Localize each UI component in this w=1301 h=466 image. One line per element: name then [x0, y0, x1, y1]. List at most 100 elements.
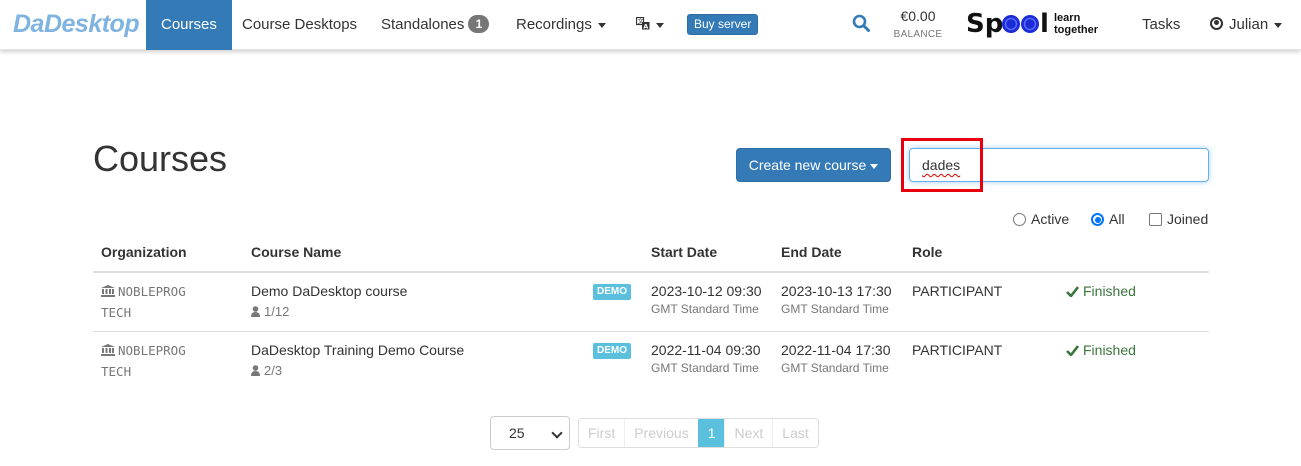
participant-count: 2/3 [251, 362, 464, 379]
pagination-previous[interactable]: Previous [624, 419, 698, 447]
end-timezone: GMT Standard Time [781, 302, 889, 316]
spool-wordmark: Sp l [966, 9, 1049, 39]
nav-standalones-label: Standalones [381, 16, 465, 33]
demo-badge: DEMO [593, 343, 631, 359]
user-icon [251, 306, 260, 317]
course-name-link[interactable]: DaDesktop Training Demo Course [251, 342, 464, 359]
checkmark-icon [1066, 286, 1079, 297]
status-label: Finished [1083, 342, 1136, 358]
course-name-link[interactable]: Demo DaDesktop course [251, 283, 407, 300]
participant-count-value: 2/3 [264, 363, 283, 378]
role-cell: PARTICIPANT [912, 342, 1003, 358]
status-label: Finished [1083, 283, 1136, 299]
end-timezone: GMT Standard Time [781, 361, 889, 375]
row-divider [93, 331, 1209, 332]
course-name-cell: Demo DaDesktop course 1/12 [251, 283, 407, 320]
organization-name: NOBLEPROG [118, 343, 186, 358]
filter-all[interactable]: All [1091, 211, 1125, 227]
column-header-role[interactable]: Role [912, 244, 942, 260]
spool-tagline-2: together [1054, 24, 1098, 36]
pagination-current-page[interactable]: 1 [697, 419, 725, 447]
nav-language[interactable]: 文 A [635, 0, 664, 50]
user-menu[interactable]: Julian [1210, 0, 1283, 50]
radio-all[interactable] [1091, 213, 1104, 226]
organization-name-2: TECH [101, 364, 132, 379]
search-icon [852, 14, 870, 32]
pagination: First Previous 1 Next Last [578, 418, 819, 448]
status-finished: Finished [1066, 342, 1136, 358]
standalones-count-badge: 1 [468, 15, 490, 33]
nav-course-desktops[interactable]: Course Desktops [242, 0, 357, 50]
balance-amount: €0.00 [900, 8, 936, 24]
create-new-course-label: Create new course [748, 157, 867, 173]
start-date-cell: 2023-10-12 09:30 GMT Standard Time [651, 283, 762, 318]
svg-text:A: A [643, 23, 648, 30]
table-header-divider [93, 271, 1209, 273]
end-date: 2022-11-04 17:30 [781, 342, 891, 358]
nav-tasks[interactable]: Tasks [1142, 0, 1180, 50]
chevron-down-icon [1274, 22, 1283, 28]
svg-text:Sp: Sp [966, 9, 1003, 39]
course-name-cell: DaDesktop Training Demo Course 2/3 [251, 342, 464, 379]
column-header-start-date[interactable]: Start Date [651, 244, 717, 260]
filter-active-label: Active [1031, 211, 1070, 227]
chevron-down-icon [870, 163, 879, 169]
chevron-down-icon [656, 22, 664, 28]
filter-all-label: All [1109, 211, 1125, 227]
status-finished: Finished [1066, 283, 1136, 299]
brand-logo[interactable]: DaDesktop [13, 10, 140, 39]
filter-joined[interactable]: Joined [1149, 211, 1208, 227]
annotation-highlight-box [901, 138, 983, 192]
start-date-cell: 2022-11-04 09:30 GMT Standard Time [651, 342, 761, 377]
demo-badge: DEMO [593, 284, 631, 300]
participant-count: 1/12 [251, 303, 407, 320]
column-header-organization[interactable]: Organization [101, 244, 187, 260]
end-date: 2023-10-13 17:30 [781, 283, 892, 299]
page-title: Courses [93, 138, 228, 179]
user-name: Julian [1229, 16, 1269, 33]
nav-recordings[interactable]: Recordings [516, 0, 606, 50]
nav-recordings-label: Recordings [516, 16, 592, 33]
organization-name-2: TECH [101, 305, 132, 320]
user-icon [251, 365, 260, 376]
start-timezone: GMT Standard Time [651, 361, 759, 375]
institution-icon [101, 344, 115, 356]
chevron-down-icon [597, 22, 606, 28]
filter-joined-label: Joined [1167, 211, 1209, 227]
create-new-course-button[interactable]: Create new course [736, 148, 891, 182]
top-navbar: DaDesktop Courses Course Desktops Standa… [0, 0, 1301, 50]
column-header-end-date[interactable]: End Date [781, 244, 842, 260]
balance-display[interactable]: €0.00 BALANCE [893, 8, 943, 40]
spool-tagline-1: learn [1054, 12, 1081, 24]
svg-text:l: l [1040, 9, 1049, 39]
end-date-cell: 2022-11-04 17:30 GMT Standard Time [781, 342, 891, 377]
pagination-last[interactable]: Last [772, 419, 818, 447]
search-button[interactable] [852, 0, 870, 50]
participant-count-value: 1/12 [264, 304, 290, 319]
nav-courses[interactable]: Courses [146, 0, 232, 50]
column-header-course-name[interactable]: Course Name [251, 244, 341, 260]
organization-cell: NOBLEPROG TECH [101, 281, 186, 323]
translate-icon: 文 A [635, 16, 650, 31]
filter-active[interactable]: Active [1013, 211, 1069, 227]
radio-active[interactable] [1013, 213, 1026, 226]
spool-tagline: learn together [1054, 12, 1098, 36]
organization-name: NOBLEPROG [118, 284, 186, 299]
start-date: 2022-11-04 09:30 [651, 342, 761, 358]
start-timezone: GMT Standard Time [651, 302, 759, 316]
balance-label: BALANCE [893, 29, 943, 40]
chevron-down-icon [551, 427, 563, 439]
role-cell: PARTICIPANT [912, 283, 1003, 299]
nav-standalones[interactable]: Standalones 1 [381, 0, 490, 50]
page-size-value: 25 [509, 425, 525, 441]
checkmark-icon [1066, 345, 1079, 356]
user-circle-icon [1210, 17, 1223, 30]
checkbox-joined[interactable] [1149, 213, 1162, 226]
buy-server-button[interactable]: Buy server [687, 14, 759, 35]
pagination-first[interactable]: First [579, 419, 625, 447]
page-size-select[interactable]: 25 [490, 416, 570, 450]
institution-icon [101, 285, 115, 297]
pagination-next[interactable]: Next [724, 419, 773, 447]
end-date-cell: 2023-10-13 17:30 GMT Standard Time [781, 283, 892, 318]
start-date: 2023-10-12 09:30 [651, 283, 762, 299]
